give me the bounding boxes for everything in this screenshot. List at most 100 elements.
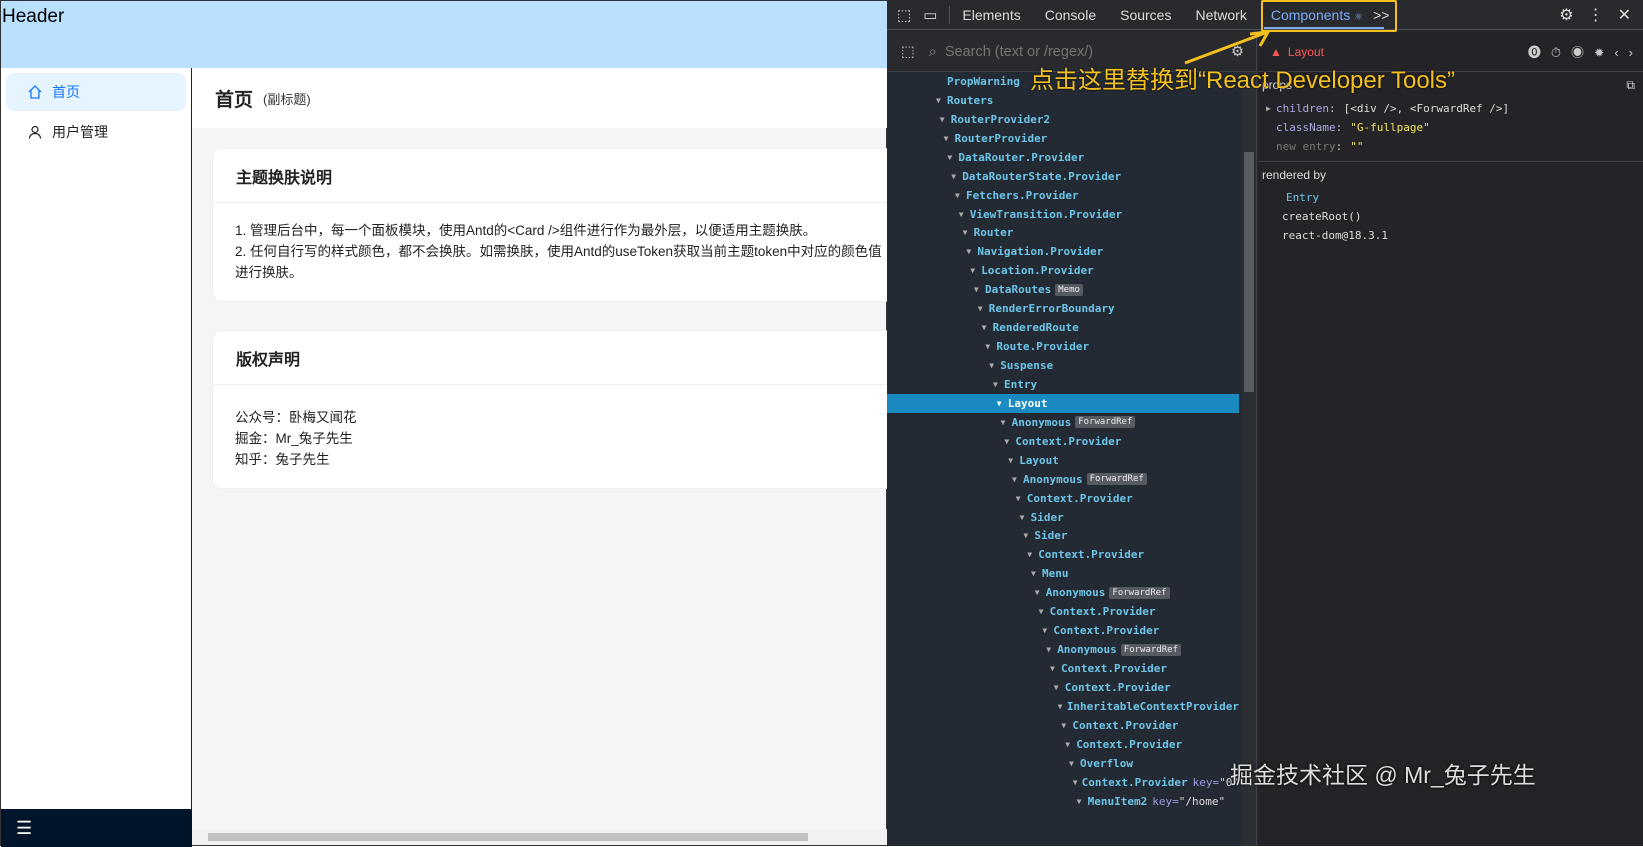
expand-arrow-icon[interactable]: ▼ <box>1054 683 1065 692</box>
tree-node[interactable]: ▼ Entry <box>887 375 1239 394</box>
menu-item-home[interactable]: 首页 <box>6 73 186 111</box>
tree-node[interactable]: ▼ Anonymous ForwardRef <box>887 413 1239 432</box>
tree-node[interactable]: ▼ Sider <box>887 527 1239 546</box>
tree-node[interactable]: ▼ MenuItem2 key= "/home" <box>887 792 1239 811</box>
collapse-button[interactable]: ☰ <box>1 809 192 847</box>
tree-node[interactable]: ▼ DataRoutes Memo <box>887 280 1239 299</box>
tree-node[interactable]: ▼ Anonymous ForwardRef <box>887 583 1239 602</box>
tree-node[interactable]: ▼ InheritableContextProvider <box>887 697 1239 716</box>
expand-arrow-icon[interactable]: ▼ <box>1042 626 1053 635</box>
tree-node[interactable]: ▼ Router <box>887 224 1239 243</box>
tree-node[interactable]: ▼ Sider <box>887 508 1239 527</box>
expand-arrow-icon[interactable]: ▼ <box>940 115 951 124</box>
expand-arrow-icon[interactable]: ▼ <box>974 285 985 294</box>
tree-node[interactable]: ▼ Context.Provider <box>887 735 1239 754</box>
tree-node[interactable]: ▼ Context.Provider <box>887 432 1239 451</box>
tree-node[interactable]: ▼ Context.Provider <box>887 678 1239 697</box>
expand-arrow-icon[interactable]: ▼ <box>970 266 981 275</box>
tree-node[interactable]: ▼ Overflow <box>887 754 1239 773</box>
tree-node[interactable]: ▼ Context.Provider <box>887 545 1239 564</box>
expand-arrow-icon[interactable]: ▼ <box>947 153 958 162</box>
tree-node[interactable]: ▼ Fetchers.Provider <box>887 186 1239 205</box>
tree-node[interactable]: ▼ Context.Provider <box>887 621 1239 640</box>
expand-arrow-icon[interactable]: ▼ <box>1069 759 1080 768</box>
expand-arrow-icon[interactable]: ▼ <box>1020 513 1031 522</box>
expand-arrow-icon[interactable]: ▼ <box>1077 797 1088 806</box>
horizontal-scrollbar[interactable] <box>192 829 888 845</box>
expand-arrow-icon[interactable]: ▼ <box>989 361 1000 370</box>
tree-node[interactable]: ▼ Suspense <box>887 356 1239 375</box>
tree-node[interactable]: ▼ Anonymous ForwardRef <box>887 470 1239 489</box>
tree-node[interactable]: ▼ Context.Provider <box>887 489 1239 508</box>
expand-arrow-icon[interactable]: ▼ <box>1027 550 1038 559</box>
node-name: Sider <box>1034 529 1068 543</box>
tree-node[interactable]: ▼ Menu <box>887 564 1239 583</box>
tree-node[interactable]: ▼ Navigation.Provider <box>887 242 1239 261</box>
prop-row[interactable]: new entry: "" <box>1266 137 1643 156</box>
tree-node[interactable]: ▼ DataRouterState.Provider <box>887 167 1239 186</box>
expand-arrow-icon[interactable]: ▼ <box>1001 418 1012 427</box>
expand-arrow-icon[interactable]: ▼ <box>1004 437 1015 446</box>
expand-arrow-icon[interactable]: ▼ <box>944 134 955 143</box>
menu-item-users[interactable]: 用户管理 <box>6 113 186 151</box>
expand-arrow-icon[interactable]: ▼ <box>1046 645 1057 654</box>
tree-node[interactable]: ▼ Context.Provider <box>887 659 1239 678</box>
inspect-element-icon[interactable]: ⬚ <box>897 6 911 24</box>
node-name: RouterProvider2 <box>950 112 1051 126</box>
tree-node[interactable]: ▼ RouterProvider2 <box>887 110 1239 129</box>
expand-arrow-icon[interactable]: ▼ <box>1061 721 1072 730</box>
tree-node[interactable]: ▼ Context.Provider <box>887 602 1239 621</box>
tree-node[interactable]: ▼ RenderedRoute <box>887 318 1239 337</box>
expand-arrow-icon[interactable]: ▼ <box>1050 664 1061 673</box>
expand-arrow-icon[interactable]: ▼ <box>951 172 962 181</box>
expand-arrow-icon[interactable]: ▼ <box>1012 475 1023 484</box>
tree-node[interactable]: ▼ Anonymous ForwardRef <box>887 640 1239 659</box>
tree-node[interactable]: ▼ Layout <box>887 451 1239 470</box>
tab-console[interactable]: Console <box>1045 7 1096 23</box>
expand-arrow-icon[interactable]: ▼ <box>959 210 970 219</box>
tree-node[interactable]: ▼ RouterProvider <box>887 129 1239 148</box>
expand-arrow-icon[interactable]: ▼ <box>1073 778 1082 787</box>
props-toolbar-icons[interactable]: ⓿⏱◉✹‹› <box>1528 42 1643 61</box>
settings-icon[interactable]: ⚙ <box>1559 5 1573 25</box>
expand-arrow-icon[interactable]: ▼ <box>966 247 977 256</box>
expand-arrow-icon[interactable]: ▼ <box>1065 740 1076 749</box>
expand-arrow-icon[interactable]: ▼ <box>1035 588 1046 597</box>
expand-arrow-icon[interactable]: ▼ <box>978 304 989 313</box>
tree-node[interactable]: ▼ RenderErrorBoundary <box>887 299 1239 318</box>
expand-arrow-icon[interactable]: ▼ <box>955 191 966 200</box>
expand-arrow-icon[interactable]: ▼ <box>1058 702 1067 711</box>
expand-arrow-icon[interactable]: ▼ <box>963 228 974 237</box>
expand-arrow-icon[interactable]: ▼ <box>1039 607 1050 616</box>
select-element-icon[interactable]: ⬚ <box>901 44 915 60</box>
tab-elements[interactable]: Elements <box>962 7 1020 23</box>
expand-arrow-icon[interactable]: ▼ <box>985 342 996 351</box>
rendered-by-item[interactable]: Entry <box>1282 188 1643 207</box>
tree-node[interactable]: ▼ ViewTransition.Provider <box>887 205 1239 224</box>
close-icon[interactable]: ✕ <box>1618 5 1631 25</box>
tab-network[interactable]: Network <box>1195 7 1246 23</box>
expand-arrow-icon[interactable]: ▼ <box>1023 531 1034 540</box>
expand-arrow-icon[interactable]: ▼ <box>982 323 993 332</box>
device-toolbar-icon[interactable]: ▭ <box>923 6 937 24</box>
expand-arrow-icon[interactable]: ▼ <box>1031 569 1042 578</box>
tree-node[interactable]: ▼ Context.Provider key= "0" <box>887 773 1239 792</box>
tree-node[interactable]: ▼ Layout <box>887 393 1239 413</box>
tree-node[interactable]: ▼ Location.Provider <box>887 261 1239 280</box>
expand-arrow-icon[interactable]: ▼ <box>993 380 1004 389</box>
more-options-icon[interactable]: ⋮ <box>1588 5 1604 25</box>
tab-sources[interactable]: Sources <box>1120 7 1171 23</box>
expand-arrow-icon[interactable]: ▼ <box>936 96 947 105</box>
expand-arrow-icon[interactable]: ▼ <box>1008 456 1019 465</box>
component-tree-pane: ⬚ ⌕ ⚙ PropWarning▼Routers▼RouterProvider… <box>887 32 1257 846</box>
prop-row[interactable]: className: "G-fullpage" <box>1266 118 1643 137</box>
tree-scrollbar[interactable] <box>1241 72 1256 846</box>
copy-icon[interactable]: ⧉ <box>1626 78 1635 93</box>
search-input[interactable] <box>944 43 1195 60</box>
tree-node[interactable]: ▼ Route.Provider <box>887 337 1239 356</box>
tree-node[interactable]: ▼ Context.Provider <box>887 716 1239 735</box>
expand-arrow-icon[interactable]: ▼ <box>1016 494 1027 503</box>
tree-node[interactable]: ▼ DataRouter.Provider <box>887 148 1239 167</box>
prop-row[interactable]: ▶ children: [<div />, <ForwardRef />] <box>1266 99 1643 118</box>
expand-arrow-icon[interactable]: ▼ <box>997 399 1008 408</box>
